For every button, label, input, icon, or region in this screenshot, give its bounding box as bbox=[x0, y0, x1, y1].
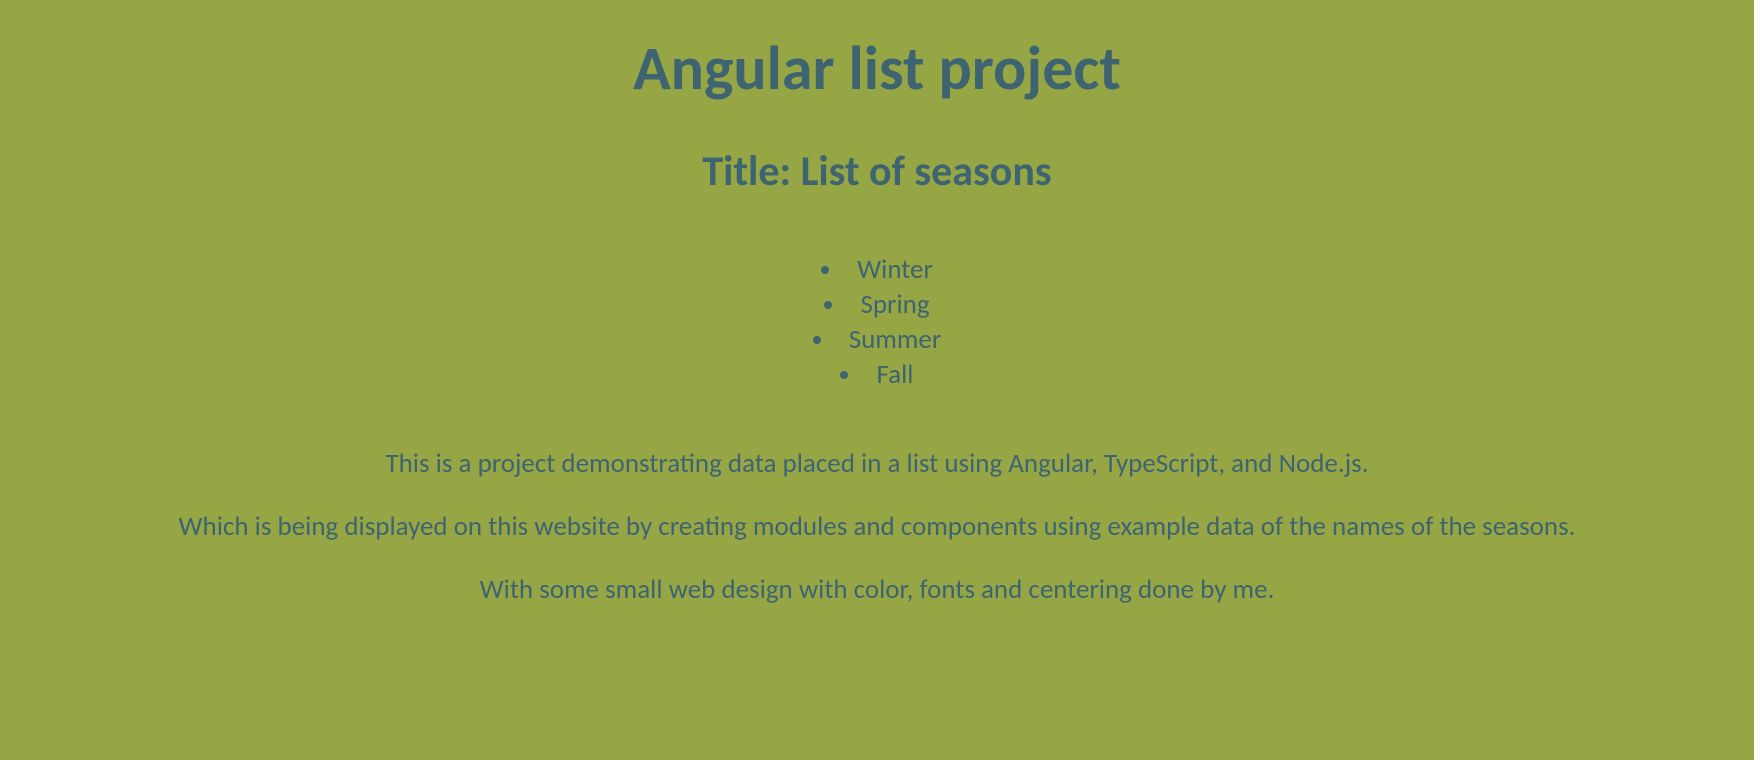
description-paragraph: This is a project demonstrating data pla… bbox=[0, 447, 1754, 480]
list-item: Fall bbox=[813, 357, 942, 392]
subtitle: Title: List of seasons bbox=[0, 146, 1754, 197]
description-paragraph: Which is being displayed on this website… bbox=[0, 510, 1754, 543]
page-title: Angular list project bbox=[0, 30, 1754, 106]
description-paragraph: With some small web design with color, f… bbox=[0, 573, 1754, 606]
list-item: Winter bbox=[813, 252, 942, 287]
list-item: Spring bbox=[813, 287, 942, 322]
list-item: Summer bbox=[813, 322, 942, 357]
seasons-list: Winter Spring Summer Fall bbox=[813, 252, 942, 392]
